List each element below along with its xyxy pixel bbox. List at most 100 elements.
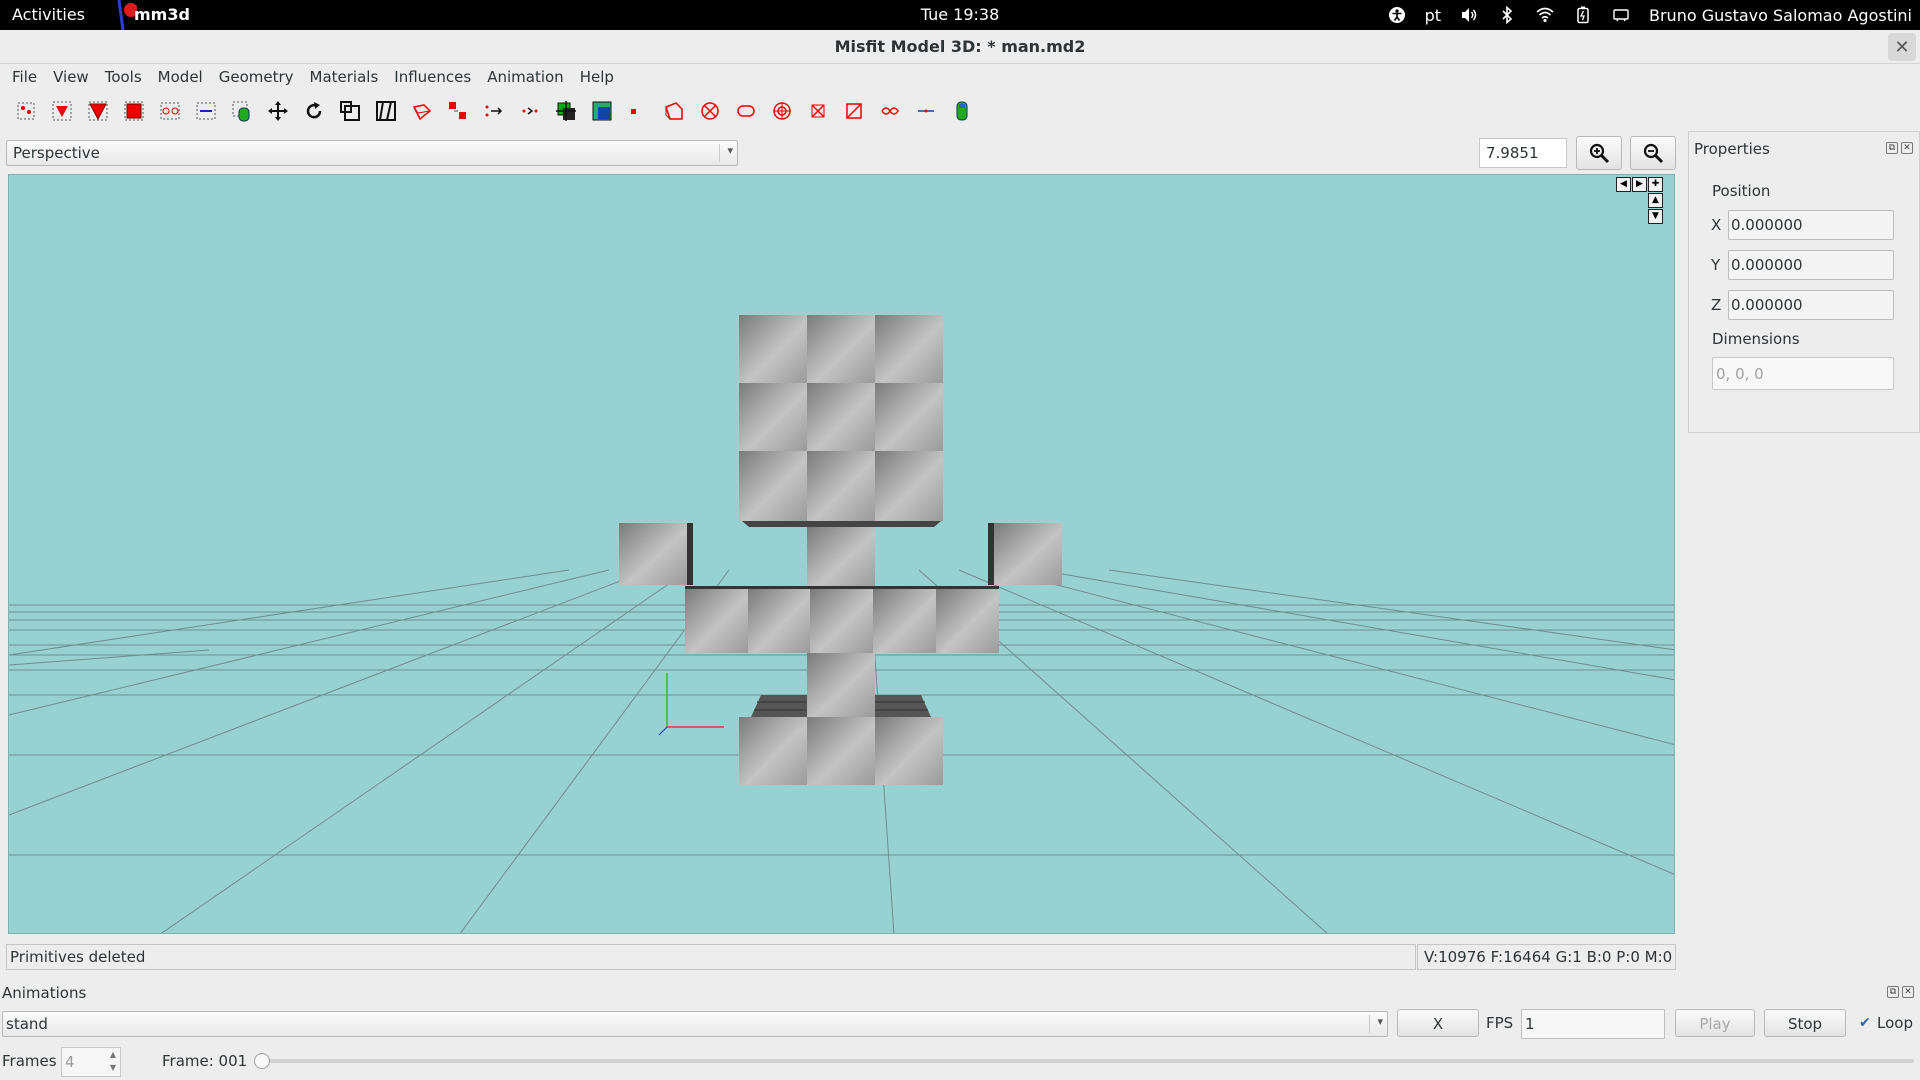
create-camera-icon[interactable]	[948, 97, 976, 125]
properties-title: Properties	[1694, 140, 1770, 158]
loop-checkbox[interactable]: ✔ Loop	[1859, 1014, 1913, 1032]
menu-geometry[interactable]: Geometry	[211, 65, 302, 89]
position-x-field[interactable]: 0.000000	[1728, 210, 1894, 240]
scale-icon[interactable]	[336, 97, 364, 125]
menu-help[interactable]: Help	[572, 65, 622, 89]
fps-input[interactable]: 1	[1521, 1009, 1665, 1039]
chevron-down-icon: ▾	[719, 144, 733, 162]
z-label: Z	[1711, 296, 1722, 314]
menu-animation[interactable]: Animation	[479, 65, 571, 89]
menu-materials[interactable]: Materials	[302, 65, 387, 89]
frames-label: Frames	[2, 1052, 57, 1070]
panel-close-icon[interactable]: ✕	[1901, 142, 1913, 154]
view-projection-value: Perspective	[13, 144, 100, 162]
create-ellipsoid-icon[interactable]	[732, 97, 760, 125]
create-bone-icon[interactable]	[912, 97, 940, 125]
pan-down-button[interactable]: ▼	[1648, 209, 1663, 224]
create-torus-icon[interactable]	[804, 97, 832, 125]
create-rectangle-icon[interactable]	[876, 97, 904, 125]
attract-far-icon[interactable]	[480, 97, 508, 125]
pan-up-button[interactable]: ▲	[1648, 193, 1663, 208]
pan-center-button[interactable]: ✚	[1648, 177, 1663, 192]
volume-icon[interactable]	[1459, 5, 1479, 25]
rotate-icon[interactable]	[300, 97, 328, 125]
pan-left-button[interactable]: ◀	[1616, 177, 1631, 192]
play-button[interactable]: Play	[1675, 1009, 1755, 1037]
menu-model[interactable]: Model	[150, 65, 211, 89]
frame-slider[interactable]	[254, 1053, 1914, 1069]
user-menu[interactable]: Bruno Gustavo Salomao Agostini	[1649, 6, 1912, 25]
panel-float-icon[interactable]: ⧉	[1886, 142, 1898, 154]
menu-bar: File View Tools Model Geometry Materials…	[0, 65, 1920, 89]
status-message: Primitives deleted	[6, 944, 1416, 970]
menu-view[interactable]: View	[45, 65, 97, 89]
dimensions-field: 0, 0, 0	[1712, 357, 1894, 390]
view-projection-select[interactable]: Perspective ▾	[6, 140, 738, 166]
accessibility-icon[interactable]	[1387, 5, 1407, 25]
viewport-scene	[9, 315, 1674, 933]
add-joint-icon[interactable]	[552, 97, 580, 125]
position-y-field[interactable]: 0.000000	[1728, 250, 1894, 280]
attract-near-icon[interactable]	[444, 97, 472, 125]
select-faces-icon[interactable]	[48, 97, 76, 125]
wifi-icon[interactable]	[1535, 5, 1555, 25]
menu-file[interactable]: File	[4, 65, 45, 89]
model-counts: V:10976 F:16464 G:1 B:0 P:0 M:0	[1417, 944, 1676, 970]
create-cube-icon[interactable]	[696, 97, 724, 125]
pan-right-button[interactable]: ▶	[1632, 177, 1647, 192]
menu-influences[interactable]: Influences	[386, 65, 479, 89]
origin-axes	[658, 673, 724, 736]
select-points-icon[interactable]	[192, 97, 220, 125]
frame-slider-handle[interactable]	[254, 1053, 270, 1069]
clock[interactable]: Tue 19:38	[921, 5, 1000, 24]
animation-select[interactable]: stand ▾	[2, 1011, 1388, 1037]
position-z-field[interactable]: 0.000000	[1728, 290, 1894, 320]
add-vertex-icon[interactable]	[516, 97, 544, 125]
move-icon[interactable]	[264, 97, 292, 125]
system-topbar: Activities mm3d Tue 19:38 pt Bruno Gusta…	[0, 0, 1920, 31]
add-point-icon[interactable]	[588, 97, 616, 125]
animations-title: Animations	[2, 984, 87, 1002]
chevron-down-icon: ▾	[1369, 1015, 1383, 1033]
model-viewport[interactable]: ◀ ▶ ✚ ▲ ▼	[8, 174, 1675, 934]
viewport-nav-controls: ◀ ▶ ✚ ▲ ▼	[1616, 177, 1664, 224]
window-close-button[interactable]: ✕	[1888, 33, 1916, 61]
select-groups-icon[interactable]	[120, 97, 148, 125]
animation-select-value: stand	[6, 1015, 48, 1033]
battery-icon[interactable]	[1573, 5, 1593, 25]
current-frame-label: Frame: 001	[162, 1052, 248, 1070]
create-cylinder-icon[interactable]	[768, 97, 796, 125]
select-projections-icon[interactable]	[228, 97, 256, 125]
select-bone-joints-icon[interactable]	[156, 97, 184, 125]
extrude-icon[interactable]	[408, 97, 436, 125]
user-icon[interactable]	[1611, 5, 1631, 25]
bluetooth-icon[interactable]	[1497, 5, 1517, 25]
zoom-out-button[interactable]	[1630, 136, 1676, 170]
close-icon: ✕	[1894, 36, 1910, 58]
properties-panel: Properties ⧉ ✕ Position X 0.000000 Y 0.0…	[1688, 131, 1920, 433]
select-vertices-icon[interactable]	[12, 97, 40, 125]
stop-button[interactable]: Stop	[1764, 1009, 1846, 1037]
zoom-level-input[interactable]: 7.9851	[1479, 138, 1567, 168]
keyboard-layout-indicator[interactable]: pt	[1425, 6, 1441, 25]
delete-animation-button[interactable]: X	[1397, 1009, 1479, 1037]
add-background-image-icon[interactable]	[660, 97, 688, 125]
status-bar: Primitives deleted V:10976 F:16464 G:1 B…	[6, 944, 1676, 970]
add-projection-icon[interactable]	[624, 97, 652, 125]
zoom-out-icon	[1643, 143, 1664, 164]
zoom-in-button[interactable]	[1576, 136, 1622, 170]
zoom-in-icon	[1589, 143, 1610, 164]
panel-float-icon[interactable]: ⧉	[1887, 986, 1899, 998]
create-polygon-icon[interactable]	[840, 97, 868, 125]
menu-tools[interactable]: Tools	[97, 65, 150, 89]
app-menu[interactable]: mm3d	[134, 5, 190, 24]
frames-spinner: ▲ ▼	[109, 1050, 117, 1072]
loop-label: Loop	[1877, 1014, 1913, 1032]
checkmark-icon: ✔	[1859, 1015, 1871, 1031]
activities-button[interactable]: Activities	[12, 5, 85, 24]
window-titlebar: Misfit Model 3D: * man.md2 ✕	[0, 30, 1920, 64]
panel-close-icon[interactable]: ✕	[1902, 986, 1914, 998]
select-connected-icon[interactable]	[84, 97, 112, 125]
shear-icon[interactable]	[372, 97, 400, 125]
window-title: Misfit Model 3D: * man.md2	[834, 37, 1086, 56]
